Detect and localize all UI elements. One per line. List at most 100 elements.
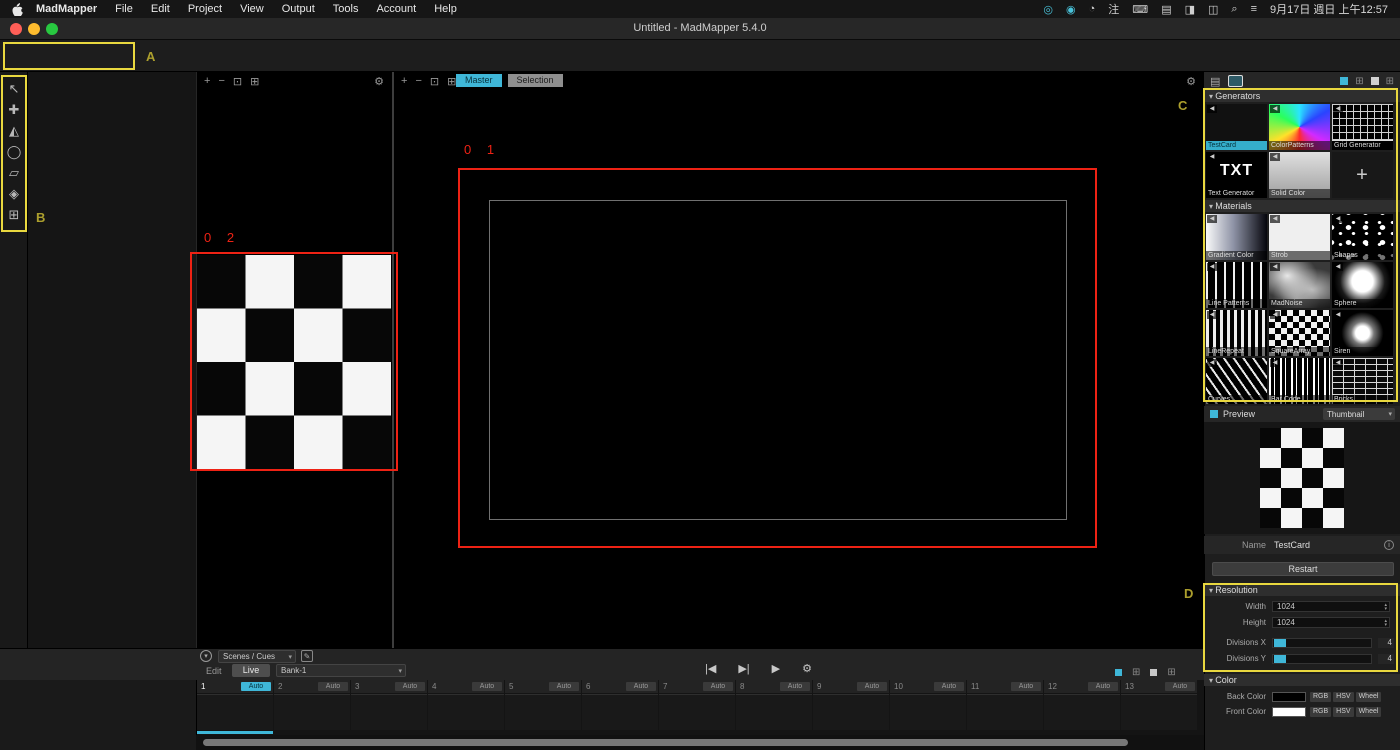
transport-settings-icon[interactable]: ⚙ [802,662,812,675]
flip-icon[interactable] [1270,263,1280,271]
divisions-x-slider[interactable] [1272,637,1372,648]
material-strob[interactable]: Strob [1269,214,1330,260]
menu-item[interactable]: Project [179,3,231,15]
play-status-icon[interactable]: ◔ [1089,3,1096,15]
scene-column[interactable]: 9 Auto [813,680,889,735]
material-madnoise[interactable]: MadNoise [1269,262,1330,308]
skip-forward-icon[interactable]: ▶| [738,662,749,675]
width-input[interactable]: 1024 [1272,601,1390,612]
add-surface-tool-icon[interactable]: ⊞ [0,204,28,225]
canvas-zoom-icon[interactable]: ⊞ [250,75,259,88]
media-library-icon[interactable] [1228,75,1244,87]
scene-column[interactable]: 5 Auto [505,680,581,735]
canvas-zoom-icon[interactable]: − [415,75,421,88]
restart-button[interactable]: Restart [1212,562,1394,576]
flip-icon[interactable] [1333,311,1343,319]
material-gradient-color[interactable]: Gradient Color [1206,214,1267,260]
flip-icon[interactable] [1333,359,1343,367]
scene-column[interactable]: 13 Auto [1121,680,1197,735]
teal-swatch-icon[interactable] [1115,669,1122,676]
flip-icon[interactable] [1207,105,1217,113]
divisions-x-value[interactable]: 4 [1378,637,1394,648]
menu-app-name[interactable]: MadMapper [27,3,106,15]
select-tool-icon[interactable]: ↖ [0,78,28,99]
menu-item[interactable]: File [106,3,142,15]
surface-quad-outline[interactable] [489,200,1067,520]
preview-mode-dropdown[interactable]: Thumbnail ▾ [1323,408,1395,420]
menu-item[interactable]: View [231,3,273,15]
scene-column[interactable]: 7 Auto [659,680,735,735]
scene-cell[interactable] [197,694,273,730]
input-method-icon[interactable]: 注 [1108,1,1119,17]
grid-toggle-icon[interactable]: ⊞ [1132,667,1140,678]
grid-toggle-icon[interactable]: ⊞ [1386,76,1394,87]
camera-status-icon[interactable]: ◉ [1066,3,1076,16]
quad-surface-tool-icon[interactable]: ▱ [0,162,28,183]
scene-auto-toggle[interactable]: Auto [549,682,579,691]
skip-back-icon[interactable]: |◀ [705,662,716,675]
scene-auto-toggle[interactable]: Auto [241,682,271,691]
flip-icon[interactable] [1207,263,1217,271]
scenes-cues-dropdown[interactable]: Scenes / Cues ▾ [218,650,296,663]
scene-auto-toggle[interactable]: Auto [395,682,425,691]
scene-cell[interactable] [1121,694,1197,730]
scene-column[interactable]: 10 Auto [890,680,966,735]
stepper-icon[interactable] [1384,619,1389,627]
scene-auto-toggle[interactable]: Auto [1011,682,1041,691]
scene-column[interactable]: 3 Auto [351,680,427,735]
divisions-y-value[interactable]: 4 [1378,653,1394,664]
scene-cell[interactable] [1044,694,1120,730]
list-view-icon[interactable]: ▤ [1210,75,1220,88]
generator-colorpatterns[interactable]: ColorPatterns [1269,104,1330,150]
stepper-icon[interactable] [1384,603,1389,611]
color-header[interactable]: Color [1204,674,1400,686]
record-status-icon[interactable]: ◎ [1043,3,1053,16]
canvas-zoom-icon[interactable]: − [218,75,224,88]
scene-cell[interactable] [428,694,504,730]
material-bar-code[interactable]: Bar Code [1269,358,1330,404]
front-color-swatch[interactable] [1272,706,1306,717]
battery-icon[interactable]: ◨ [1185,3,1195,16]
canvas-tab[interactable]: Selection [507,74,563,87]
mesh-warp-tool-icon[interactable]: ◈ [0,183,28,204]
resolution-header[interactable]: Resolution [1204,584,1400,596]
light-swatch-icon[interactable] [1150,669,1158,676]
material-squarearray[interactable]: SquareArray [1269,310,1330,356]
canvas-zoom-icon[interactable]: + [204,75,210,88]
scene-auto-toggle[interactable]: Auto [934,682,964,691]
color-mode-button[interactable]: Wheel [1355,706,1382,717]
canvas-zoom-icon[interactable]: ⊡ [430,75,439,88]
scene-auto-toggle[interactable]: Auto [1165,682,1195,691]
play-icon[interactable]: ▶ [772,662,780,675]
apple-menu-icon[interactable] [12,2,23,16]
scene-auto-toggle[interactable]: Auto [780,682,810,691]
triangle-surface-tool-icon[interactable]: ◭ [0,120,28,141]
flip-icon[interactable] [1333,263,1343,271]
flip-icon[interactable] [1333,215,1343,223]
canvas-zoom-icon[interactable]: + [401,75,407,88]
flip-icon[interactable] [1207,153,1217,161]
scene-auto-toggle[interactable]: Auto [1088,682,1118,691]
edit-scene-icon[interactable]: ✎ [301,650,313,662]
scene-column[interactable]: 8 Auto [736,680,812,735]
canvas-zoom-icon[interactable]: ⊞ [447,75,456,88]
scene-cell[interactable] [505,694,581,730]
scene-cell[interactable] [582,694,658,730]
color-mode-button[interactable]: RGB [1310,691,1332,702]
material-bricks[interactable]: Bricks [1332,358,1393,404]
flip-icon[interactable] [1270,311,1280,319]
scene-column[interactable]: 4 Auto [428,680,504,735]
flip-icon[interactable] [1270,215,1280,223]
material-linerepeat[interactable]: LineRepeat [1206,310,1267,356]
material-sphere[interactable]: Sphere [1332,262,1393,308]
generator-text[interactable]: TXT Text Generator [1206,152,1267,198]
preview-canvas-gear-icon[interactable]: ⚙ [374,75,384,88]
generator-testcard[interactable]: TestCard [1206,104,1267,150]
color-mode-button[interactable]: HSV [1333,691,1354,702]
scene-column[interactable]: 1 Auto [197,680,273,735]
edit-toggle[interactable]: Edit [206,666,222,676]
menu-item[interactable]: Tools [324,3,368,15]
display-icon[interactable]: ▤ [1161,3,1171,16]
teal-swatch-icon[interactable] [1340,77,1349,85]
menu-clock[interactable]: 9月17日 週日 上午12:57 [1270,1,1388,17]
